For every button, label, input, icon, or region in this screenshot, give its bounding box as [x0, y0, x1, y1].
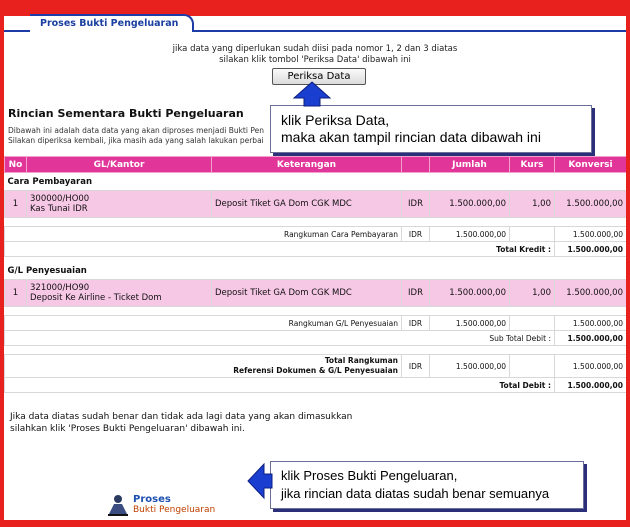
- rangkuman-gl-penyesuaian-label: Rangkuman G/L Penyesuaian: [4, 315, 402, 331]
- rincian-table: No GL/Kantor Keterangan Jumlah Kurs Konv…: [4, 156, 626, 393]
- row-kurs: 1,00: [509, 190, 555, 218]
- section-title-cara-pembayaran: Cara Pembayaran: [7, 176, 93, 187]
- rangkuman-jumlah: 1.500.000,00: [429, 315, 510, 331]
- row-gl-code: 300000/HO00: [30, 194, 90, 204]
- rangkuman-currency: IDR: [401, 226, 430, 242]
- row-gl-desc: Kas Tunai IDR: [30, 204, 88, 214]
- row-jumlah: 1.500.000,00: [429, 279, 510, 307]
- row-no: 1: [4, 190, 27, 218]
- total-debit-row: Total Debit : 1.500.000,00: [4, 377, 626, 393]
- table-header-row: No GL/Kantor Keterangan Jumlah Kurs Konv…: [4, 156, 626, 173]
- total-rangkuman-konversi: 1.500.000,00: [554, 354, 626, 378]
- row-kurs: 1,00: [509, 279, 555, 307]
- rangkuman-jumlah: 1.500.000,00: [429, 226, 510, 242]
- section-title: Rincian Sementara Bukti Pengeluaran: [8, 107, 244, 120]
- section-gl-penyesuaian: G/L Penyesuaian: [5, 262, 627, 280]
- header-kurs: Kurs: [509, 156, 555, 173]
- total-debit-label: Total Debit :: [4, 377, 555, 393]
- closing-line-1: Jika data diatas sudah benar dan tidak a…: [10, 412, 353, 422]
- description-line-2: Silakan diperiksa kembali, jika masih ad…: [8, 136, 264, 145]
- sub-total-debit-value: 1.500.000,00: [554, 330, 626, 346]
- rangkuman-konversi: 1.500.000,00: [554, 226, 626, 242]
- proses-label-line1: Proses: [133, 494, 171, 505]
- total-kredit-value: 1.500.000,00: [554, 241, 626, 257]
- instruction-line-1: jika data yang diperlukan sudah diisi pa…: [172, 44, 458, 54]
- rangkuman-gl-penyesuaian-row: Rangkuman G/L Penyesuaian IDR 1.500.000,…: [4, 315, 626, 331]
- header-currency: [401, 156, 430, 173]
- total-rangkuman-label-1: Total Rangkuman: [324, 356, 398, 365]
- section-cara-pembayaran: Cara Pembayaran: [5, 173, 627, 191]
- header-gl-kantor: GL/Kantor: [26, 156, 212, 173]
- tab-proses-bukti-pengeluaran[interactable]: Proses Bukti Pengeluaran: [30, 14, 195, 32]
- row-konversi: 1.500.000,00: [554, 190, 626, 218]
- row-currency: IDR: [401, 279, 430, 307]
- callout2-line2: jika rincian data diatas sudah benar sem…: [281, 486, 550, 501]
- rangkuman-konversi: 1.500.000,00: [554, 315, 626, 331]
- instruction-line-2: silakan klik tombol 'Periksa Data' dibaw…: [219, 55, 411, 65]
- header-keterangan: Keterangan: [211, 156, 402, 173]
- total-rangkuman-label: Total Rangkuman Referensi Dokumen & G/L P…: [4, 354, 402, 378]
- rangkuman-cara-pembayaran-label: Rangkuman Cara Pembayaran: [4, 226, 402, 242]
- row-no: 1: [4, 279, 27, 307]
- row-currency: IDR: [401, 190, 430, 218]
- total-rangkuman-currency: IDR: [401, 354, 430, 378]
- total-kredit-label: Total Kredit :: [4, 241, 555, 257]
- header-jumlah: Jumlah: [429, 156, 510, 173]
- proses-bukti-pengeluaran-button[interactable]: Proses Bukti Pengeluaran: [106, 494, 215, 516]
- rangkuman-currency: IDR: [401, 315, 430, 331]
- total-kredit-row: Total Kredit : 1.500.000,00: [4, 241, 626, 257]
- callout-periksa-data: klik Periksa Data, maka akan tampil rinc…: [270, 105, 592, 153]
- callout-proses-bukti: klik Proses Bukti Pengeluaran, jika rinc…: [270, 461, 584, 509]
- row-keterangan: Deposit Tiket GA Dom CGK MDC: [211, 279, 402, 307]
- table-row: 1 321000/HO90 Deposit Ke Airline - Ticket…: [4, 279, 626, 307]
- callout1-line1: klik Periksa Data,: [281, 112, 390, 128]
- total-rangkuman-label-2: Referensi Dokumen & G/L Penyesuaian: [233, 366, 398, 375]
- arrow-left-icon: [247, 462, 273, 500]
- row-gl-code: 321000/HO90: [30, 283, 90, 293]
- rangkuman-cara-pembayaran-row: Rangkuman Cara Pembayaran IDR 1.500.000,…: [4, 226, 626, 242]
- header-konversi: Konversi: [554, 156, 626, 173]
- row-gl: 321000/HO90 Deposit Ke Airline - Ticket D…: [26, 279, 212, 307]
- sub-total-debit-row: Sub Total Debit : 1.500.000,00: [4, 330, 626, 346]
- total-rangkuman-row: Total Rangkuman Referensi Dokumen & G/L P…: [4, 354, 626, 378]
- arrow-up-icon: [292, 81, 332, 107]
- proses-label-line2: Bukti Pengeluaran: [133, 505, 216, 515]
- row-keterangan: Deposit Tiket GA Dom CGK MDC: [211, 190, 402, 218]
- header-no: No: [4, 156, 27, 173]
- sub-total-debit-label: Sub Total Debit :: [4, 330, 555, 346]
- row-gl: 300000/HO00 Kas Tunai IDR: [26, 190, 212, 218]
- description-line-1: Dibawah ini adalah data data yang akan d…: [8, 126, 264, 135]
- total-rangkuman-jumlah: 1.500.000,00: [429, 354, 510, 378]
- person-icon: [108, 495, 128, 516]
- row-gl-desc: Deposit Ke Airline - Ticket Dom: [30, 293, 162, 303]
- row-konversi: 1.500.000,00: [554, 279, 626, 307]
- row-jumlah: 1.500.000,00: [429, 190, 510, 218]
- callout1-line2: maka akan tampil rincian data dibawah in…: [281, 129, 541, 145]
- section-title-gl-penyesuaian: G/L Penyesuaian: [7, 265, 87, 276]
- callout2-line1: klik Proses Bukti Pengeluaran,: [281, 468, 458, 483]
- closing-line-2: silahkan klik 'Proses Bukti Pengeluaran'…: [10, 424, 245, 434]
- table-row: 1 300000/HO00 Kas Tunai IDR Deposit Tiket…: [4, 190, 626, 218]
- total-debit-value: 1.500.000,00: [554, 377, 626, 393]
